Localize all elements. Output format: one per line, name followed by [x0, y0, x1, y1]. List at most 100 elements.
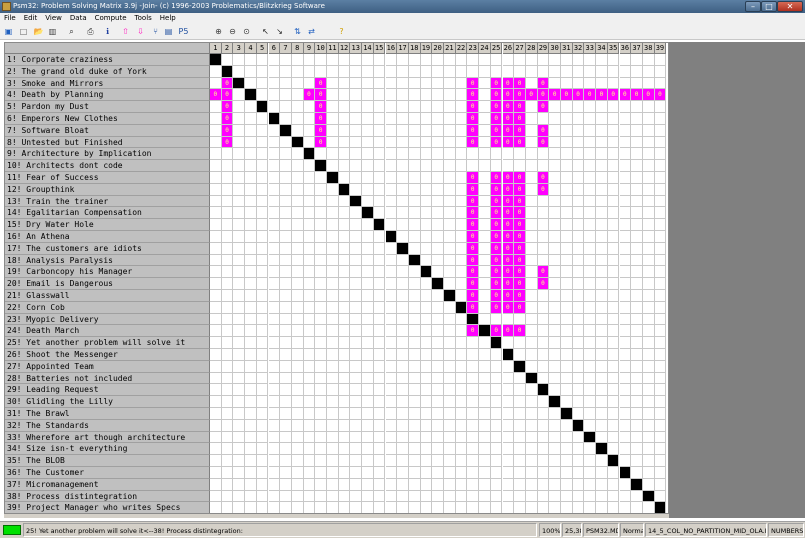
matrix-cell[interactable] — [280, 301, 292, 314]
matrix-cell[interactable] — [408, 65, 421, 78]
matrix-cell[interactable] — [479, 77, 491, 90]
matrix-cell[interactable] — [420, 349, 433, 361]
diagonal-cell[interactable] — [233, 77, 246, 90]
matrix-cell[interactable] — [385, 278, 398, 290]
matrix-cell[interactable] — [420, 183, 433, 196]
matrix-cell[interactable] — [408, 101, 421, 113]
matrix-cell[interactable] — [327, 431, 339, 444]
matrix-cell[interactable] — [385, 172, 398, 184]
matrix-cell[interactable] — [619, 207, 632, 220]
matrix-cell[interactable] — [268, 207, 281, 220]
row-label[interactable]: 29! Leading Request — [5, 384, 210, 397]
matrix-cell[interactable] — [549, 278, 561, 290]
matrix-cell[interactable] — [256, 490, 269, 503]
matrix-cell[interactable] — [210, 408, 222, 420]
marked-cell[interactable]: 0 — [514, 231, 526, 243]
matrix-cell[interactable] — [233, 231, 246, 243]
matrix-cell[interactable] — [619, 349, 632, 361]
matrix-cell[interactable] — [397, 502, 409, 513]
matrix-cell[interactable] — [373, 490, 386, 503]
matrix-cell[interactable] — [455, 372, 468, 385]
matrix-cell[interactable] — [373, 254, 386, 267]
matrix-cell[interactable] — [221, 349, 234, 361]
matrix-cell[interactable] — [245, 242, 257, 255]
matrix-cell[interactable] — [584, 148, 597, 161]
matrix-cell[interactable] — [572, 54, 585, 66]
matrix-cell[interactable] — [537, 360, 550, 373]
matrix-cell[interactable] — [408, 195, 421, 208]
matrix-cell[interactable] — [350, 478, 363, 491]
matrix-cell[interactable] — [385, 384, 398, 397]
matrix-cell[interactable] — [221, 266, 234, 279]
matrix-cell[interactable] — [549, 207, 561, 220]
matrix-cell[interactable] — [619, 231, 632, 243]
matrix-cell[interactable] — [561, 124, 573, 137]
matrix-cell[interactable] — [619, 372, 632, 385]
column-header[interactable]: 10 — [315, 43, 327, 54]
diagonal-cell[interactable] — [373, 219, 386, 231]
matrix-cell[interactable] — [561, 478, 573, 491]
row-label[interactable]: 37! Micromanagement — [5, 478, 210, 491]
matrix-cell[interactable] — [233, 219, 246, 231]
matrix-cell[interactable] — [479, 195, 491, 208]
matrix-cell[interactable] — [373, 65, 386, 78]
matrix-cell[interactable] — [432, 455, 444, 467]
matrix-cell[interactable] — [397, 278, 409, 290]
matrix-cell[interactable] — [572, 431, 585, 444]
matrix-cell[interactable] — [654, 443, 667, 456]
marked-cell[interactable]: 0 — [490, 172, 503, 184]
matrix-cell[interactable] — [256, 419, 269, 432]
matrix-cell[interactable] — [607, 490, 620, 503]
matrix-cell[interactable] — [291, 419, 304, 432]
matrix-cell[interactable] — [432, 242, 444, 255]
diagonal-cell[interactable] — [467, 313, 480, 326]
matrix-cell[interactable] — [350, 254, 363, 267]
matrix-cell[interactable] — [432, 301, 444, 314]
matrix-cell[interactable] — [537, 490, 550, 503]
matrix-cell[interactable] — [584, 467, 597, 479]
matrix-cell[interactable] — [561, 431, 573, 444]
matrix-cell[interactable] — [607, 136, 620, 149]
matrix-cell[interactable] — [642, 254, 655, 267]
matrix-cell[interactable] — [233, 278, 246, 290]
matrix-cell[interactable] — [631, 419, 643, 432]
matrix-cell[interactable] — [561, 172, 573, 184]
up-arrow-icon[interactable]: ⇧ — [120, 26, 131, 37]
matrix-cell[interactable] — [327, 242, 339, 255]
matrix-cell[interactable] — [642, 242, 655, 255]
matrix-cell[interactable] — [315, 54, 327, 66]
matrix-cell[interactable] — [479, 349, 491, 361]
matrix-cell[interactable] — [327, 325, 339, 338]
matrix-cell[interactable] — [525, 290, 538, 302]
matrix-cell[interactable] — [654, 313, 667, 326]
matrix-cell[interactable] — [397, 360, 409, 373]
matrix-cell[interactable] — [642, 207, 655, 220]
matrix-cell[interactable] — [327, 266, 339, 279]
matrix-cell[interactable] — [572, 443, 585, 456]
matrix-cell[interactable] — [397, 172, 409, 184]
matrix-cell[interactable] — [221, 478, 234, 491]
matrix-cell[interactable] — [397, 467, 409, 479]
matrix-cell[interactable] — [432, 266, 444, 279]
matrix-cell[interactable] — [549, 113, 561, 125]
matrix-cell[interactable] — [303, 77, 316, 90]
column-header[interactable]: 5 — [256, 43, 269, 54]
matrix-cell[interactable] — [315, 290, 327, 302]
marked-cell[interactable]: 0 — [537, 89, 550, 102]
matrix-cell[interactable] — [514, 490, 526, 503]
matrix-cell[interactable] — [467, 478, 480, 491]
matrix-cell[interactable] — [420, 242, 433, 255]
matrix-cell[interactable] — [490, 502, 503, 513]
matrix-cell[interactable] — [596, 290, 608, 302]
matrix-cell[interactable] — [221, 360, 234, 373]
matrix-cell[interactable] — [210, 337, 222, 349]
matrix-cell[interactable] — [561, 207, 573, 220]
marked-cell[interactable]: 0 — [467, 89, 480, 102]
matrix-cell[interactable] — [256, 183, 269, 196]
matrix-cell[interactable] — [444, 160, 456, 172]
matrix-cell[interactable] — [607, 54, 620, 66]
matrix-cell[interactable] — [549, 360, 561, 373]
matrix-cell[interactable] — [373, 148, 386, 161]
matrix-cell[interactable] — [619, 77, 632, 90]
matrix-cell[interactable] — [303, 443, 316, 456]
